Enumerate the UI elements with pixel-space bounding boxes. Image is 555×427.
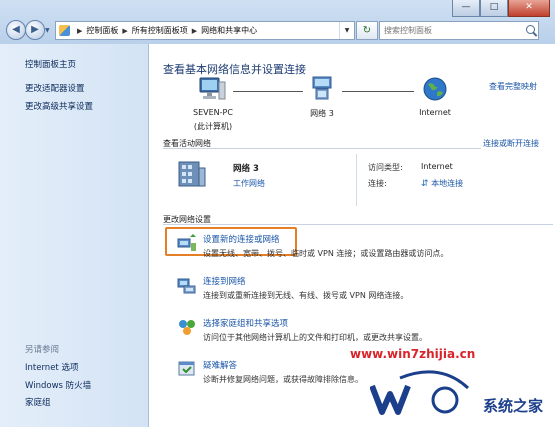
network-map-label: 网络 3 bbox=[310, 109, 334, 118]
divider bbox=[356, 154, 357, 206]
connect-network-link[interactable]: 连接到网络 bbox=[203, 275, 246, 287]
homegroup-sharing-desc: 访问位于其他网络计算机上的文件和打印机，或更改共享设置。 bbox=[203, 333, 427, 342]
sidebar-item-firewall[interactable]: Windows 防火墙 bbox=[25, 379, 91, 391]
computer-icon[interactable] bbox=[197, 76, 227, 102]
control-panel-icon bbox=[59, 25, 70, 36]
ethernet-icon: ⇵ bbox=[421, 179, 429, 189]
forward-arrow-icon: ▶ bbox=[31, 24, 39, 35]
network-name: 网络 3 bbox=[233, 164, 259, 174]
address-dropdown-chevron-icon[interactable]: ▼ bbox=[339, 22, 354, 39]
breadcrumb-item-all-items[interactable]: 所有控制面板项 bbox=[132, 25, 188, 36]
view-full-map-link[interactable]: 查看完整映射 bbox=[489, 81, 537, 92]
search-box[interactable] bbox=[379, 21, 539, 40]
watermark-logo bbox=[370, 370, 470, 415]
divider bbox=[163, 224, 553, 225]
back-arrow-icon: ◀ bbox=[12, 24, 20, 35]
homegroup-sharing-link[interactable]: 选择家庭组和共享选项 bbox=[203, 317, 288, 329]
minimize-button[interactable]: — bbox=[452, 0, 480, 17]
sidebar-item-internet-options[interactable]: Internet 选项 bbox=[25, 361, 78, 373]
sidebar-item-adapter-settings[interactable]: 更改适配器设置 bbox=[25, 82, 85, 94]
title-bar: — □ ✕ ◀ ▶ ▼ ▶ 控制面板 ▶ 所有控制面板项 ▶ 网络和共享中心 ▼… bbox=[0, 0, 555, 44]
access-type-label: 访问类型: bbox=[368, 163, 403, 172]
refresh-button[interactable]: ↻ bbox=[356, 21, 378, 40]
sidebar-item-home[interactable]: 控制面板主页 bbox=[25, 58, 76, 70]
internet-label: Internet bbox=[419, 108, 451, 117]
access-type-value: Internet bbox=[421, 162, 453, 171]
sidebar: 控制面板主页 更改适配器设置 更改高级共享设置 另请参阅 Internet 选项… bbox=[0, 44, 149, 427]
connect-disconnect-link[interactable]: 连接或断开连接 bbox=[483, 138, 539, 149]
local-connection-link[interactable]: ⇵ 本地连接 bbox=[421, 178, 463, 189]
local-connection-label[interactable]: 本地连接 bbox=[431, 179, 463, 188]
breadcrumb-arrow-icon: ▶ bbox=[191, 26, 198, 35]
connection-line bbox=[233, 91, 303, 93]
homegroup-icon bbox=[179, 320, 195, 335]
connect-network-desc: 连接到或重新连接到无线、有线、拨号或 VPN 网络连接。 bbox=[203, 291, 409, 300]
watermark-brand: 系统之家 bbox=[483, 397, 544, 415]
breadcrumb-arrow-icon: ▶ bbox=[77, 26, 83, 35]
sidebar-item-advanced-sharing[interactable]: 更改高级共享设置 bbox=[25, 100, 93, 112]
watermark-url: www.win7zhijia.cn bbox=[350, 347, 476, 361]
address-bar[interactable]: ▶ 控制面板 ▶ 所有控制面板项 ▶ 网络和共享中心 ▼ bbox=[55, 21, 355, 40]
maximize-button[interactable]: □ bbox=[480, 0, 508, 17]
see-also-heading: 另请参阅 bbox=[25, 345, 60, 355]
breadcrumb: ▶ 控制面板 ▶ 所有控制面板项 ▶ 网络和共享中心 bbox=[73, 25, 257, 36]
computer-sub-label: (此计算机) bbox=[193, 122, 233, 131]
address-end: ▼ bbox=[339, 22, 354, 39]
search-icon[interactable] bbox=[526, 25, 535, 34]
breadcrumb-arrow-icon: ▶ bbox=[122, 26, 128, 35]
sidebar-item-homegroup[interactable]: 家庭组 bbox=[25, 396, 51, 408]
network-icon[interactable] bbox=[309, 75, 335, 101]
search-input[interactable] bbox=[380, 25, 521, 36]
network-type-link[interactable]: 工作网络 bbox=[233, 178, 265, 189]
back-button[interactable]: ◀ bbox=[6, 20, 26, 40]
close-button[interactable]: ✕ bbox=[508, 0, 550, 17]
connect-network-icon bbox=[177, 278, 196, 294]
computer-name-label: SEVEN-PC bbox=[193, 108, 233, 117]
forward-button[interactable]: ▶ bbox=[25, 20, 45, 40]
troubleshoot-desc: 诊断并修复网络问题，或获得故障排除信息。 bbox=[203, 375, 363, 384]
page-title: 查看基本网络信息并设置连接 bbox=[163, 63, 306, 76]
breadcrumb-item-network-center[interactable]: 网络和共享中心 bbox=[201, 25, 257, 36]
internet-globe-icon[interactable] bbox=[423, 77, 447, 101]
connection-line bbox=[342, 91, 414, 93]
connections-label: 连接: bbox=[368, 179, 387, 188]
main-panel: 查看基本网络信息并设置连接 查看完整映射 SEVEN-PC (此计算机) 网络 … bbox=[149, 44, 555, 427]
troubleshoot-link[interactable]: 疑难解答 bbox=[203, 359, 237, 371]
new-connection-link[interactable]: 设置新的连接或网络 bbox=[203, 233, 280, 245]
network-building-icon bbox=[178, 161, 206, 187]
breadcrumb-item-control-panel[interactable]: 控制面板 bbox=[86, 25, 118, 36]
window-controls: — □ ✕ bbox=[452, 0, 550, 17]
refresh-icon: ↻ bbox=[362, 25, 372, 36]
recent-pages-chevron-icon[interactable]: ▼ bbox=[45, 27, 50, 34]
troubleshoot-icon bbox=[178, 361, 195, 376]
active-network-panel: 网络 3 工作网络 访问类型: Internet 连接: ⇵ 本地连接 bbox=[163, 154, 553, 214]
new-connection-icon bbox=[177, 234, 196, 251]
divider bbox=[163, 148, 481, 149]
new-connection-desc: 设置无线、宽带、拨号、临时或 VPN 连接；或设置路由器或访问点。 bbox=[203, 249, 449, 258]
